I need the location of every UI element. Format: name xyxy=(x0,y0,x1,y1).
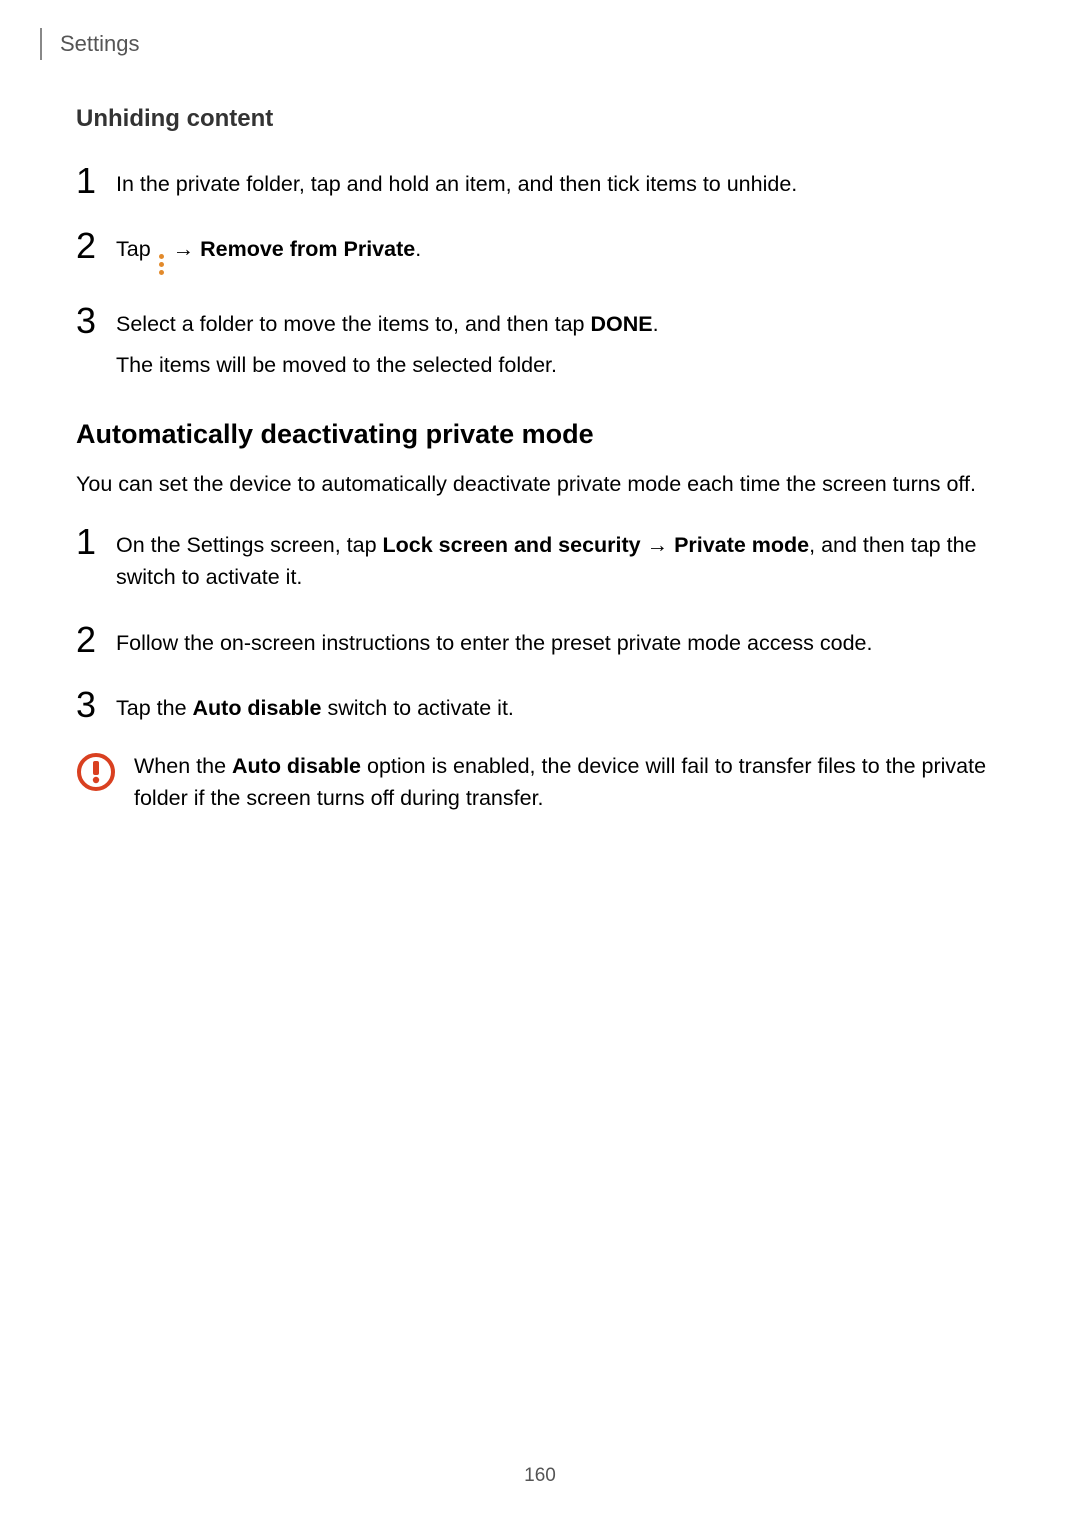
step-text: Select a folder to move the items to, an… xyxy=(116,301,1004,389)
page-number: 160 xyxy=(0,1465,1080,1487)
step-line: Tap → Remove from Private. xyxy=(116,233,1004,275)
step-text: Follow the on-screen instructions to ent… xyxy=(116,620,1004,667)
step-1-unhide: 1 In the private folder, tap and hold an… xyxy=(76,161,1004,208)
step-3-unhide: 3 Select a folder to move the items to, … xyxy=(76,301,1004,389)
arrow-text: → xyxy=(173,237,200,261)
bold-text: Remove from Private xyxy=(200,237,415,261)
text-segment: Select a folder to move the items to, an… xyxy=(116,312,590,336)
text-segment: switch to activate it. xyxy=(322,696,514,720)
section-heading-auto-deactivate: Automatically deactivating private mode xyxy=(76,419,1004,450)
intro-paragraph: You can set the device to automatically … xyxy=(76,468,1004,500)
step-text: Tap → Remove from Private. xyxy=(116,226,1004,283)
text-segment: When the xyxy=(134,754,232,778)
text-segment: On the Settings screen, tap xyxy=(116,533,383,557)
header-label: Settings xyxy=(60,31,140,57)
header-divider xyxy=(40,28,42,60)
step-number: 2 xyxy=(76,226,116,266)
text-segment: Tap xyxy=(116,237,157,261)
step-2-unhide: 2 Tap → Remove from Private. xyxy=(76,226,1004,283)
step-number: 1 xyxy=(76,161,116,201)
bold-text: Auto disable xyxy=(232,754,361,778)
step-line: On the Settings screen, tap Lock screen … xyxy=(116,529,1004,594)
step-text: Tap the Auto disable switch to activate … xyxy=(116,685,1004,732)
page-header: Settings xyxy=(40,28,140,60)
step-line: Follow the on-screen instructions to ent… xyxy=(116,627,1004,659)
text-segment: . xyxy=(415,237,421,261)
step-line: Select a folder to move the items to, an… xyxy=(116,308,1004,340)
more-options-icon xyxy=(159,254,165,275)
text-segment: Tap the xyxy=(116,696,193,720)
bold-text: Auto disable xyxy=(193,696,322,720)
step-text: On the Settings screen, tap Lock screen … xyxy=(116,522,1004,602)
bold-text: DONE xyxy=(590,312,652,336)
step-3-auto: 3 Tap the Auto disable switch to activat… xyxy=(76,685,1004,732)
text-segment: . xyxy=(653,312,659,336)
bold-text: Lock screen and security xyxy=(383,533,641,557)
step-number: 3 xyxy=(76,301,116,341)
bold-text: Private mode xyxy=(674,533,809,557)
arrow-text: → xyxy=(641,533,674,557)
step-number: 2 xyxy=(76,620,116,660)
page-content: Unhiding content 1 In the private folder… xyxy=(76,105,1004,815)
step-line: In the private folder, tap and hold an i… xyxy=(116,168,1004,200)
step-text: In the private folder, tap and hold an i… xyxy=(116,161,1004,208)
step-line: Tap the Auto disable switch to activate … xyxy=(116,692,1004,724)
step-line: The items will be moved to the selected … xyxy=(116,349,1004,381)
step-1-auto: 1 On the Settings screen, tap Lock scree… xyxy=(76,522,1004,602)
step-number: 3 xyxy=(76,685,116,725)
caution-callout: When the Auto disable option is enabled,… xyxy=(76,750,1004,815)
section-heading-unhiding: Unhiding content xyxy=(76,105,1004,133)
step-number: 1 xyxy=(76,522,116,562)
step-2-auto: 2 Follow the on-screen instructions to e… xyxy=(76,620,1004,667)
callout-text: When the Auto disable option is enabled,… xyxy=(134,750,1004,815)
caution-icon xyxy=(76,752,116,792)
